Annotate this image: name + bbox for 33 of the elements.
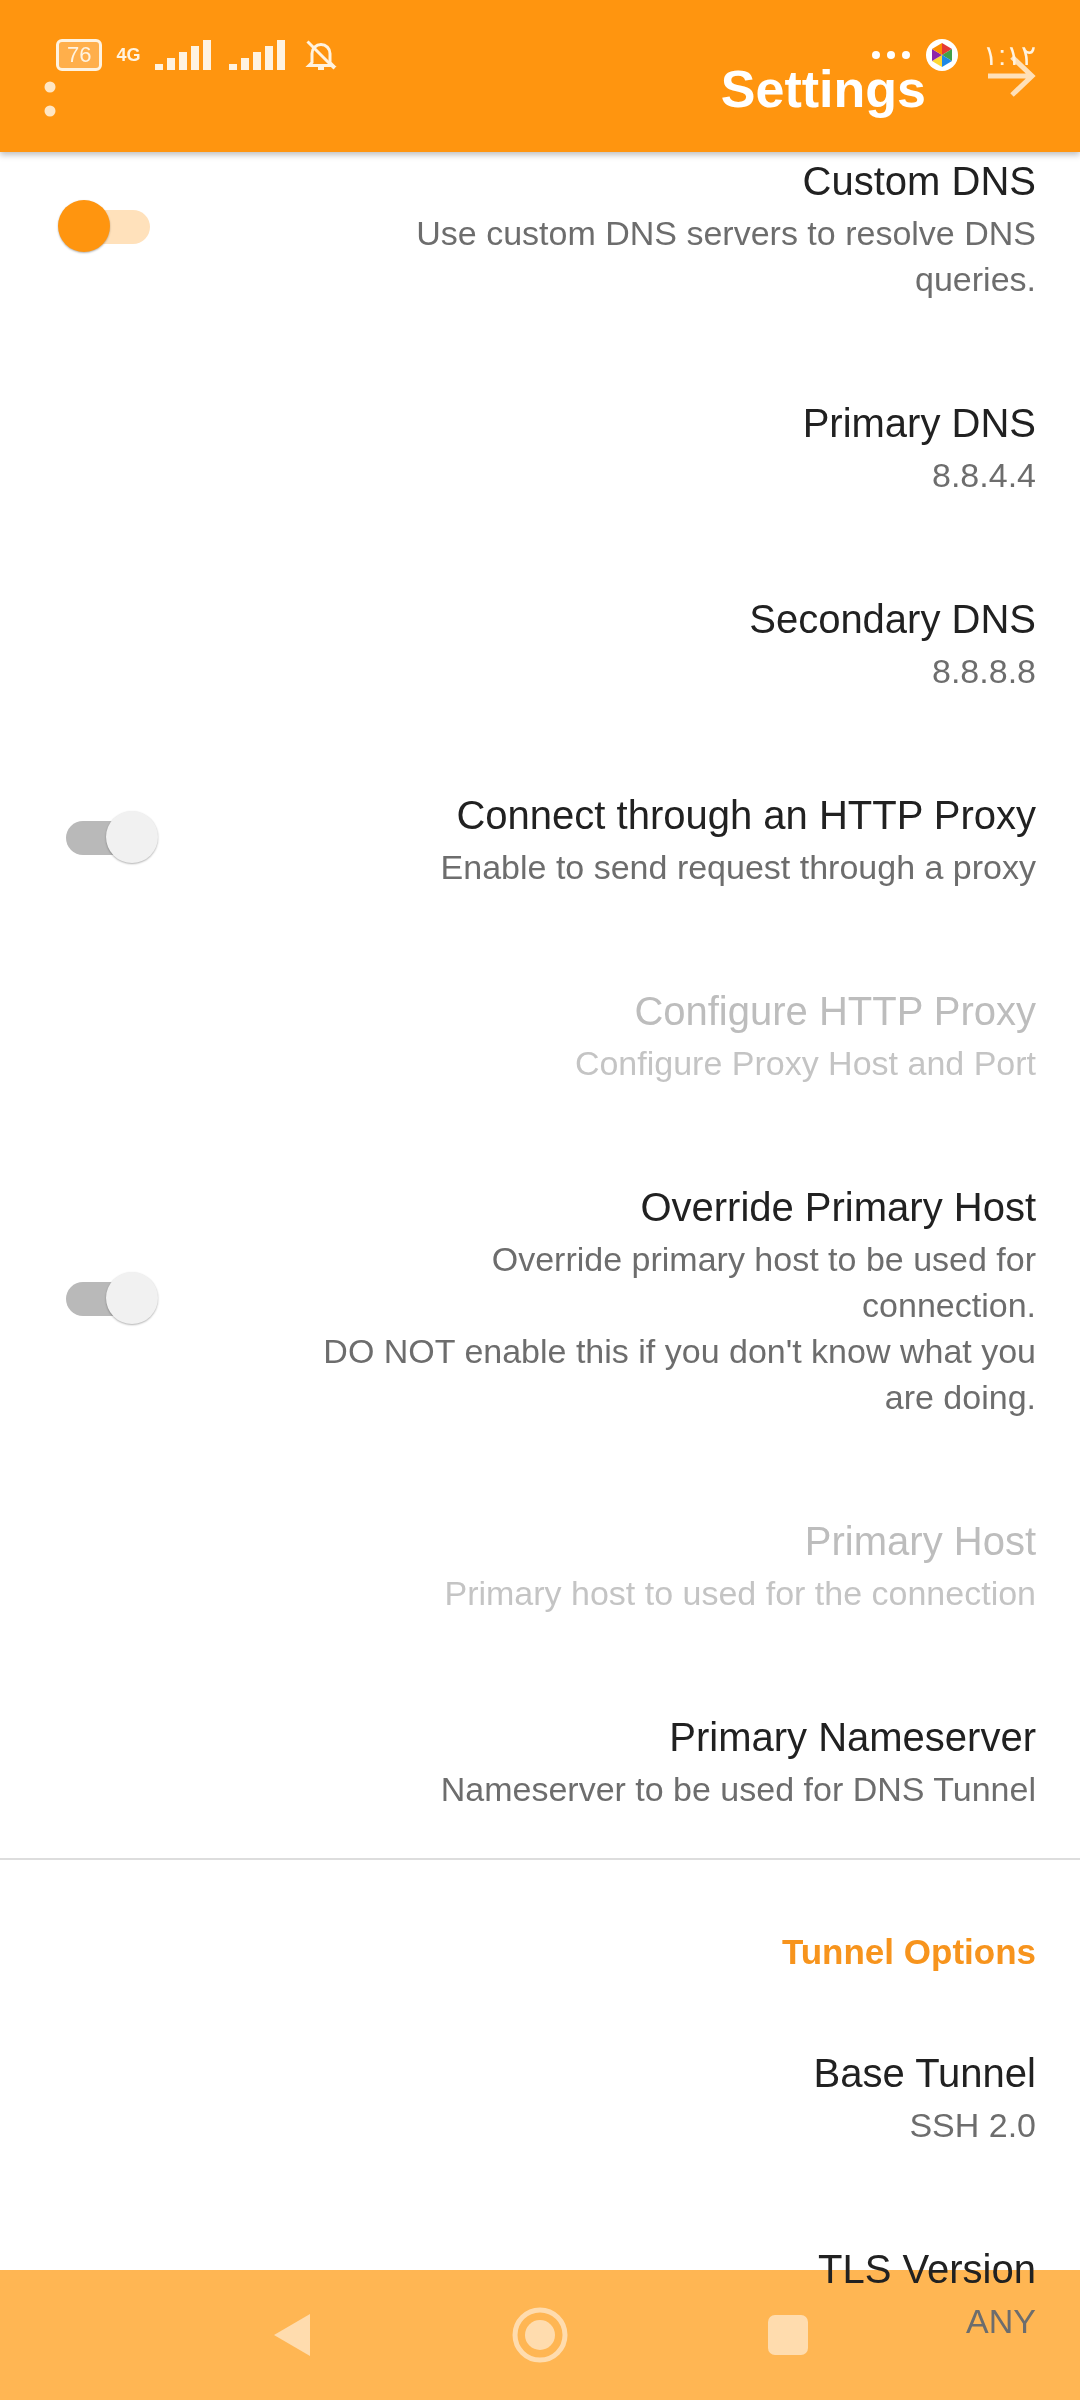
preference-item[interactable]: Override Primary Host Override primary host to be used for connection. DO NOT enable this if you don't know what you are doing.: [0, 1132, 1080, 1466]
preference-item[interactable]: Primary Nameserver Nameserver to be used for DNS Tunnel: [0, 1662, 1080, 1858]
preference-item[interactable]: Base Tunnel SSH 2.0: [0, 1998, 1080, 2194]
preference-item[interactable]: Secondary DNS 8.8.8.8: [0, 544, 1080, 740]
clock-time: ١:١٢: [983, 38, 1036, 72]
preference-item[interactable]: Primary DNS 8.8.4.4: [0, 348, 1080, 544]
preference-title: Configure HTTP Proxy: [634, 988, 1036, 1035]
preference-item[interactable]: Custom DNS Use custom DNS servers to resolve DNS queries.: [0, 152, 1080, 348]
preference-summary: Nameserver to be used for DNS Tunnel: [440, 1769, 1036, 1810]
preference-title: Secondary DNS: [749, 596, 1036, 643]
preference-summary: Configure Proxy Host and Port: [574, 1043, 1036, 1084]
preference-title: Primary Nameserver: [669, 1714, 1036, 1761]
preference-item[interactable]: Connect through an HTTP Proxy Enable to send request through a proxy: [0, 740, 1080, 936]
recents-icon[interactable]: [768, 2315, 808, 2355]
category-header: Tunnel Options: [780, 1931, 1037, 1973]
preference-summary: 8.8.8.8: [932, 651, 1036, 692]
preference-title: Primary Host: [804, 1518, 1036, 1565]
preference-summary: Enable to send request through a proxy: [440, 847, 1036, 888]
preference-title: Primary DNS: [802, 400, 1036, 447]
preference-summary: Primary host to used for the connection: [444, 1573, 1036, 1614]
preference-summary: 8.8.4.4: [932, 455, 1036, 496]
preference-summary: Use custom DNS servers to resolve DNS queries.: [415, 213, 1036, 300]
preference-summary: Override primary host to be used for connection. DO NOT enable this if you don't know what you are doing.: [322, 1239, 1036, 1418]
preference-title: Base Tunnel: [813, 2050, 1036, 2097]
home-icon[interactable]: [512, 2307, 568, 2363]
network-type: 4G: [116, 44, 141, 66]
more-notifications-icon: [871, 50, 912, 60]
preference-summary: SSH 2.0: [909, 2105, 1036, 2146]
preference-title: Custom DNS: [802, 158, 1036, 205]
preference-summary: ANY: [966, 2301, 1036, 2342]
preference-title: Connect through an HTTP Proxy: [456, 792, 1036, 839]
back-icon[interactable]: [272, 2312, 312, 2358]
preference-title: Override Primary Host: [640, 1184, 1036, 1231]
